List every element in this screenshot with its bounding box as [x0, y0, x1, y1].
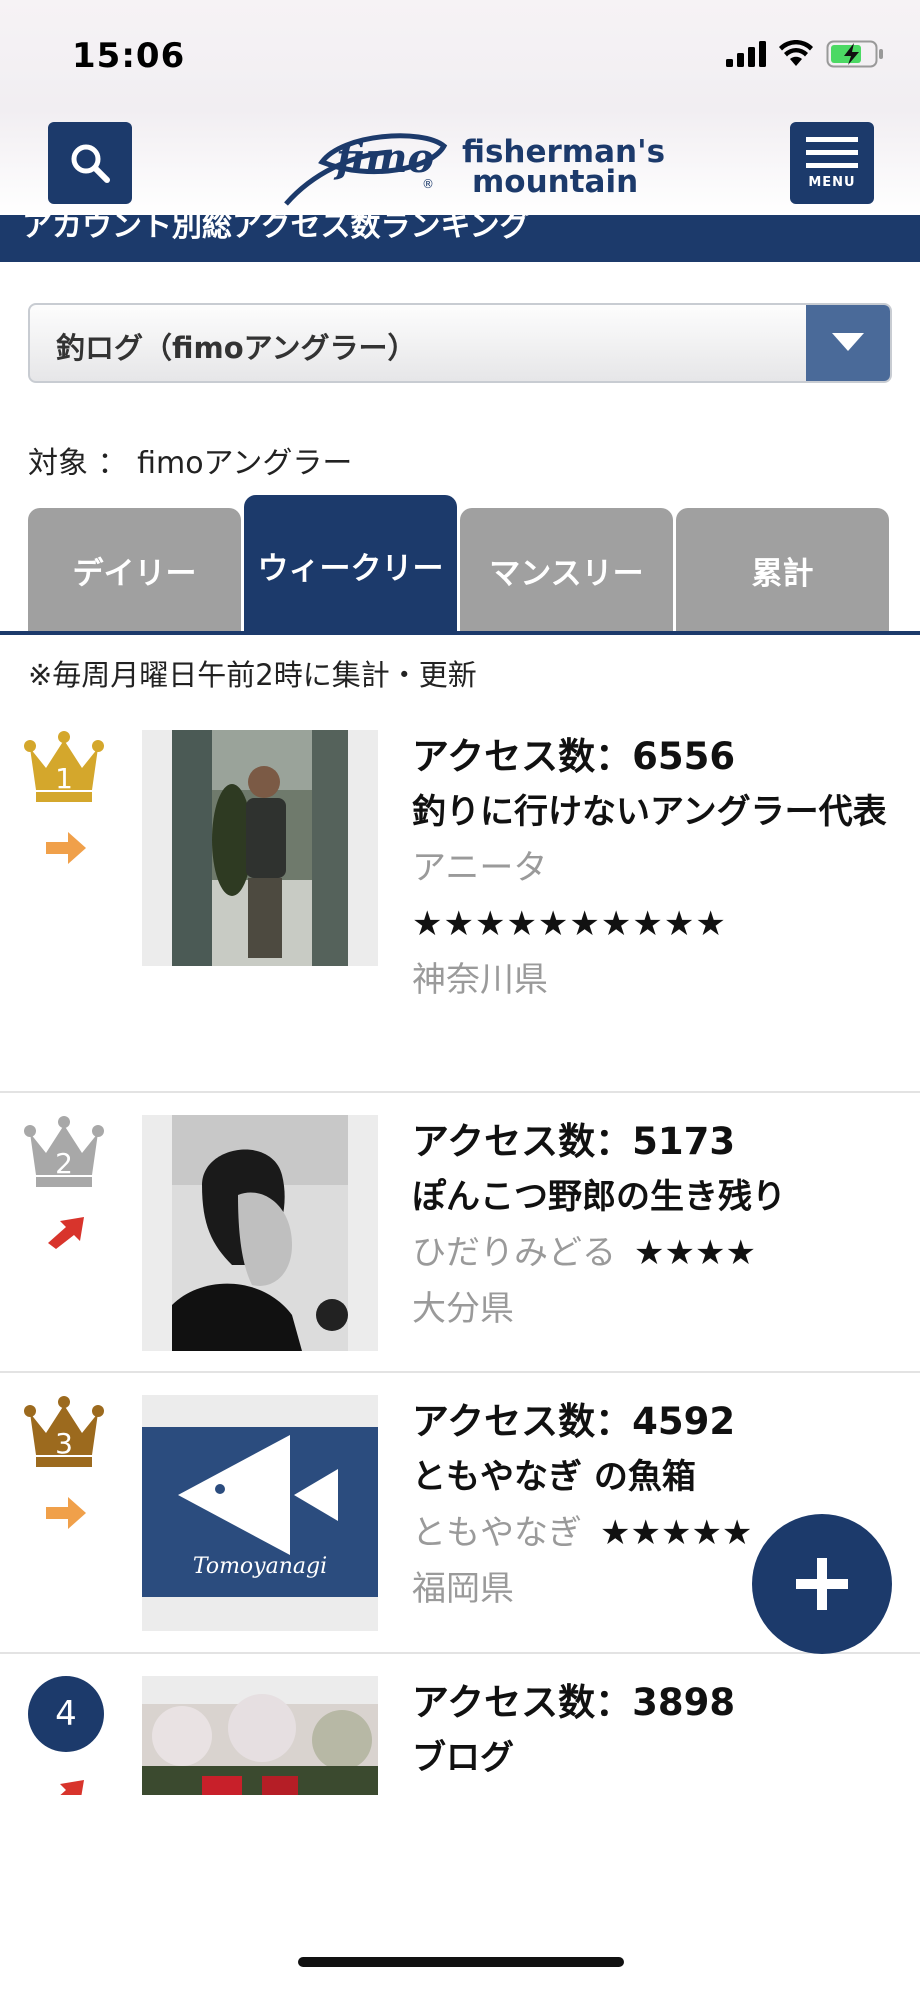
blog-thumbnail[interactable]	[142, 730, 378, 966]
ranking-row[interactable]: 1 アクセス数：6556 釣りに行けないアングラー代表 アニータ ★★★★★★★…	[0, 708, 920, 1093]
menu-label: MENU	[808, 174, 856, 190]
thumb-caption: Tomoyanagi	[193, 1554, 327, 1579]
status-time: 15:06	[72, 36, 186, 76]
tabs-underline	[0, 631, 920, 635]
svg-text:®: ®	[422, 177, 434, 191]
access-count: アクセス数：6556	[412, 735, 736, 778]
status-bar: 15:06	[0, 0, 920, 110]
logo-line-1: fisherman's	[462, 134, 666, 170]
star-rating: ★★★★★★★★★★	[412, 904, 727, 944]
plus-icon	[796, 1558, 848, 1610]
ranking-info: アクセス数：3898 ブログ	[412, 1676, 902, 1786]
access-count: アクセス数：4592	[412, 1400, 736, 1443]
blog-thumbnail[interactable]	[142, 1115, 378, 1351]
tab-daily[interactable]: デイリー	[28, 508, 241, 633]
home-indicator[interactable]	[298, 1957, 624, 1967]
author-name[interactable]: アニータ	[412, 840, 902, 896]
bronze-crown-icon: 3	[24, 1396, 104, 1467]
blog-title[interactable]: ともやなぎ の魚箱	[412, 1449, 902, 1505]
site-logo[interactable]: fimo ® fisherman's mountain	[282, 122, 665, 212]
access-count: アクセス数：3898	[412, 1681, 736, 1724]
menu-button[interactable]: MENU	[790, 122, 874, 204]
fimo-logo-icon: fimo ®	[284, 133, 448, 206]
category-select[interactable]: 釣ログ（fimoアングラー）	[28, 303, 892, 383]
add-post-button[interactable]	[752, 1514, 892, 1654]
rank-number: 3	[55, 1427, 73, 1460]
tomoyanagi-logo-image: Tomoyanagi	[142, 1395, 378, 1631]
page-title: アカウント別総アクセス数ランキング	[22, 215, 530, 244]
tab-monthly[interactable]: マンスリー	[460, 508, 673, 633]
status-icons	[726, 40, 884, 68]
star-rating: ★★★★★	[600, 1513, 753, 1553]
search-button[interactable]	[48, 122, 132, 204]
gold-crown-icon: 1	[24, 731, 104, 802]
access-count: アクセス数：5173	[412, 1120, 736, 1163]
update-note: ※毎周月曜日午前2時に集計・更新	[28, 658, 477, 692]
prefecture: 神奈川県	[412, 960, 548, 1000]
blog-thumbnail[interactable]	[142, 1676, 378, 1795]
silver-crown-icon: 2	[24, 1116, 104, 1187]
battery-charging-icon	[826, 40, 883, 68]
blog-thumbnail[interactable]: Tomoyanagi	[142, 1395, 378, 1631]
hamburger-icon	[806, 136, 858, 168]
logo-script-text: fimo	[333, 135, 434, 182]
page-title-band: アカウント別総アクセス数ランキング	[0, 215, 920, 262]
arrow-up-right-icon	[60, 1780, 84, 1795]
arrow-right-icon	[46, 1497, 86, 1529]
blog-title[interactable]: 釣りに行けないアングラー代表	[412, 784, 902, 840]
arrow-right-icon	[46, 832, 86, 864]
period-tabs: デイリー ウィークリー マンスリー 累計	[28, 495, 892, 633]
logo-line-2: mountain	[472, 164, 639, 200]
angler-photo	[172, 730, 348, 966]
author-name[interactable]: ひだりみどる	[412, 1233, 616, 1273]
wifi-icon	[779, 40, 813, 66]
blog-title[interactable]: ぽんこつ野郎の生き残り	[412, 1169, 902, 1225]
author-line: ひだりみどる ★★★★	[412, 1225, 902, 1281]
author-name[interactable]: ともやなぎ	[412, 1513, 582, 1553]
blog-title[interactable]: ブログ	[412, 1730, 902, 1786]
rank-number: 2	[55, 1147, 73, 1180]
ranking-row[interactable]: 2 アクセス数：5173 ぽんこつ野郎の生き残り ひだりみどる ★★★★ 大分県	[0, 1093, 920, 1373]
rank-number: 1	[55, 762, 73, 795]
cellular-signal-icon	[726, 41, 766, 67]
dropdown-toggle[interactable]	[806, 305, 890, 381]
logo-wordmark: fisherman's mountain	[462, 134, 666, 200]
tab-weekly[interactable]: ウィークリー	[244, 495, 457, 633]
target-label: 対象 ： fimoアングラー	[28, 446, 353, 481]
portrait-photo	[172, 1115, 348, 1351]
search-icon	[71, 144, 110, 183]
prefecture: 大分県	[412, 1289, 514, 1329]
category-select-value: 釣ログ（fimoアングラー）	[56, 331, 417, 365]
cherry-blossom-photo	[142, 1676, 378, 1795]
ranking-info: アクセス数：5173 ぽんこつ野郎の生き残り ひだりみどる ★★★★ 大分県	[412, 1115, 902, 1337]
rank-number-badge: 4	[28, 1676, 104, 1752]
ranking-row[interactable]: 4 アクセス数：3898 ブログ	[0, 1654, 920, 1795]
site-header: fimo ® fisherman's mountain MENU	[0, 110, 920, 215]
ranking-info: アクセス数：6556 釣りに行けないアングラー代表 アニータ ★★★★★★★★★…	[412, 730, 902, 1008]
star-rating: ★★★★	[634, 1233, 756, 1273]
arrow-up-right-icon	[48, 1217, 84, 1249]
chevron-down-icon	[832, 333, 864, 351]
tab-total[interactable]: 累計	[676, 508, 889, 633]
